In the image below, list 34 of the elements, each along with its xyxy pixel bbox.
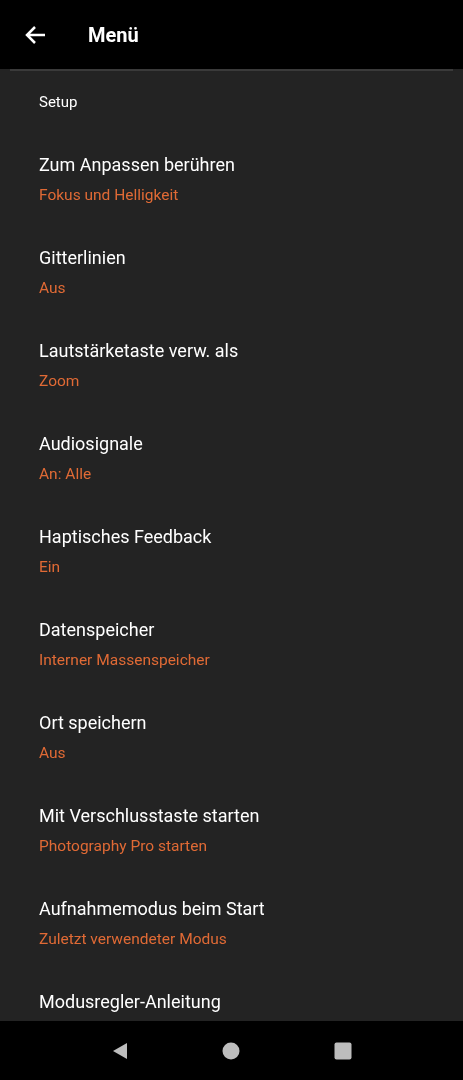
setting-title: Lautstärketaste verw. als (39, 339, 239, 363)
screen-title: Menü (88, 22, 139, 47)
setting-title: Haptisches Feedback (39, 525, 212, 549)
setting-value: Photography Pro starten (39, 836, 207, 857)
settings-item[interactable]: Haptisches Feedback Ein (0, 506, 463, 599)
back-icon[interactable] (24, 24, 46, 45)
setting-value: Ein (39, 557, 61, 578)
section-header: Setup (38, 92, 79, 113)
settings-item[interactable]: Datenspeicher Interner Massenspeicher (0, 599, 463, 692)
settings-item[interactable]: Mit Verschlusstaste starten Photography Pro starten (0, 785, 463, 878)
setting-value: Aus (39, 743, 66, 764)
settings-item[interactable]: Gitterlinien Aus (0, 227, 463, 320)
setting-title: Audiosignale (39, 432, 143, 456)
setting-title: Aufnahmemodus beim Start (39, 897, 265, 921)
setting-title: Mit Verschlusstaste starten (39, 804, 260, 828)
setting-value: Aus (39, 278, 66, 299)
settings-item[interactable]: Zum Anpassen berühren Fokus und Helligkeit (0, 134, 463, 227)
setting-value: Zuletzt verwendeter Modus (39, 929, 227, 950)
settings-item[interactable]: Aufnahmemodus beim Start Zuletzt verwendeter Modus (0, 878, 463, 971)
home-nav-icon[interactable] (221, 1040, 242, 1061)
settings-item[interactable]: Modusregler-Anleitung (0, 971, 463, 1021)
setting-title: Datenspeicher (39, 618, 155, 642)
setting-title: Zum Anpassen berühren (39, 153, 235, 177)
setting-value: Zoom (39, 371, 80, 392)
setting-value: An: Alle (39, 464, 92, 485)
settings-item[interactable]: Audiosignale An: Alle (0, 413, 463, 506)
setting-value: Interner Massenspeicher (39, 650, 210, 671)
setting-value: Fokus und Helligkeit (39, 185, 179, 206)
setting-title: Modusregler-Anleitung (39, 990, 221, 1014)
recents-nav-icon[interactable] (333, 1040, 354, 1061)
settings-item[interactable]: Ort speichern Aus (0, 692, 463, 785)
setting-title: Ort speichern (39, 711, 147, 735)
settings-item[interactable]: Lautstärketaste verw. als Zoom (0, 320, 463, 413)
setting-title: Gitterlinien (39, 246, 126, 270)
